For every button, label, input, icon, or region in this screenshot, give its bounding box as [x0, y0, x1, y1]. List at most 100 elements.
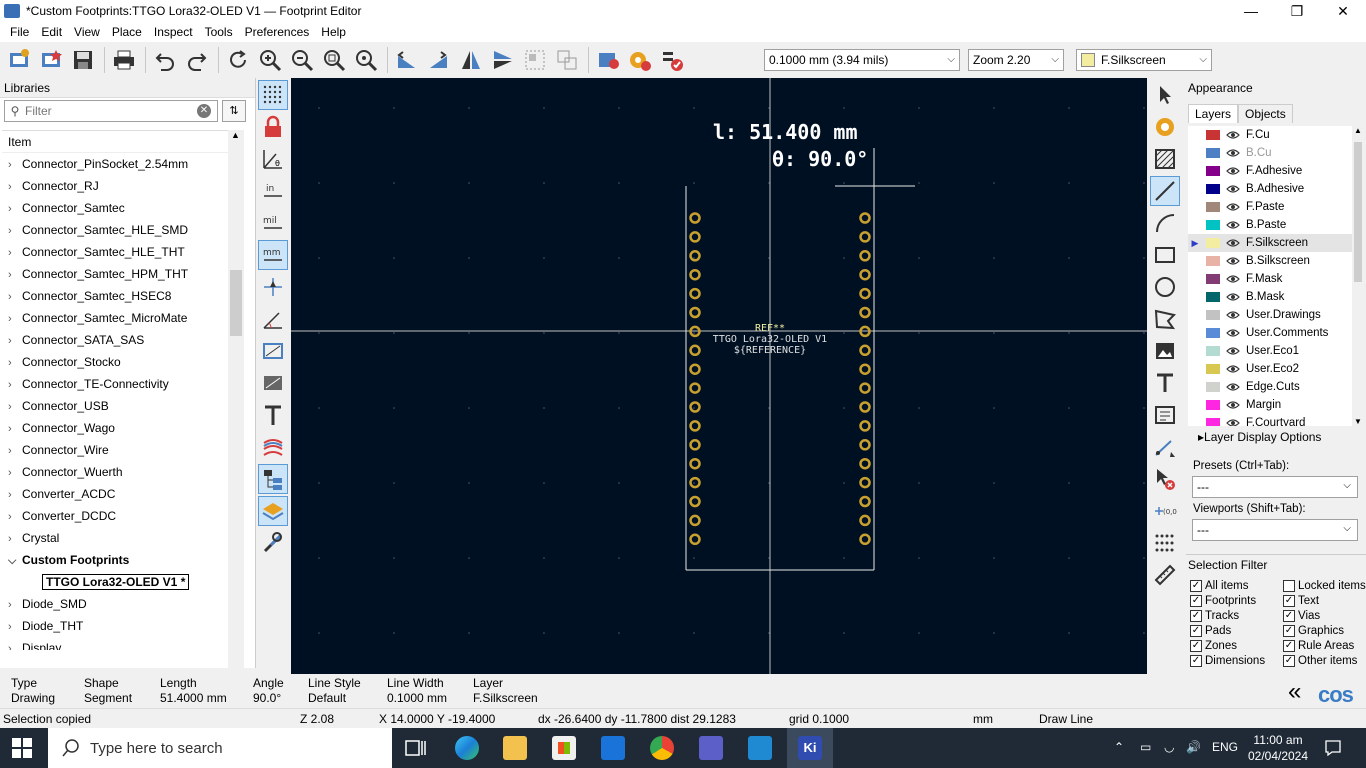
chevron-right-icon[interactable]: ›	[8, 198, 22, 220]
tab-objects[interactable]: Objects	[1238, 104, 1293, 123]
tray-chevron-up-icon[interactable]: ⌃	[1114, 740, 1124, 754]
layer-display-options-toggle[interactable]: ▸Layer Display Options	[1198, 430, 1321, 444]
zoom-objects-button[interactable]	[351, 45, 381, 75]
library-vertical-scrollbar[interactable]: ▲ ▼	[228, 130, 244, 726]
layer-color-swatch[interactable]	[1206, 400, 1220, 410]
draw-line-button[interactable]	[1150, 176, 1180, 206]
layer-color-swatch[interactable]	[1206, 202, 1220, 212]
filter-input[interactable]	[25, 104, 185, 118]
redo-button[interactable]	[182, 45, 212, 75]
scroll-up-icon[interactable]: ▲	[231, 130, 240, 140]
chevron-right-icon[interactable]: ›	[8, 308, 22, 330]
layer-row[interactable]: B.Paste	[1188, 216, 1364, 234]
selection-filter-checkbox[interactable]: ✓ All items	[1190, 580, 1248, 592]
layer-row[interactable]: F.Paste	[1188, 198, 1364, 216]
draw-rectangle-button[interactable]	[1150, 240, 1180, 270]
tree-item-library[interactable]: › Converter_DCDC	[2, 505, 228, 527]
layer-color-swatch[interactable]	[1206, 220, 1220, 230]
grid-origin-button[interactable]: (0,0)	[1150, 496, 1180, 526]
selection-filter-checkbox[interactable]: ✓ Rule Areas	[1283, 640, 1354, 652]
refresh-button[interactable]	[223, 45, 253, 75]
pad[interactable]	[689, 212, 701, 224]
selection-filter-checkbox[interactable]: ✓ Footprints	[1190, 595, 1256, 607]
add-zone-button[interactable]	[1150, 144, 1180, 174]
pad[interactable]	[859, 401, 871, 413]
layer-color-swatch[interactable]	[1206, 274, 1220, 284]
chevron-right-icon[interactable]: ›	[8, 374, 22, 396]
checkbox-checked-icon[interactable]: ✓	[1190, 640, 1202, 652]
chevron-down-icon[interactable]: ⌵	[8, 550, 22, 572]
layer-row[interactable]: F.Mask	[1188, 270, 1364, 288]
pad[interactable]	[689, 439, 701, 451]
layer-color-swatch[interactable]	[1206, 328, 1220, 338]
save-button[interactable]	[68, 45, 98, 75]
chevron-right-icon[interactable]: ›	[8, 264, 22, 286]
footprint-tools-button[interactable]	[258, 528, 288, 558]
tree-item-library[interactable]: › Connector_Samtec	[2, 197, 228, 219]
layer-row[interactable]: B.Cu	[1188, 144, 1364, 162]
selection-filter-checkbox[interactable]: ✓ Pads	[1190, 625, 1231, 637]
kicad-taskbar-button[interactable]: Ki	[787, 728, 833, 768]
tree-item-library[interactable]: › Connector_RJ	[2, 175, 228, 197]
pad[interactable]	[689, 476, 701, 489]
show-graphics-fill-button[interactable]	[258, 368, 288, 398]
checkbox-checked-icon[interactable]: ✓	[1283, 625, 1295, 637]
wifi-icon[interactable]: ◡	[1164, 740, 1174, 754]
eye-visibility-icon[interactable]	[1226, 202, 1240, 212]
pad[interactable]	[689, 306, 701, 319]
viewports-select[interactable]: --- ⌵	[1192, 519, 1358, 541]
layer-row[interactable]: ▶ F.Silkscreen	[1188, 234, 1364, 252]
taskbar-search[interactable]: Type here to search	[48, 728, 392, 768]
tree-item-library[interactable]: › Connector_USB	[2, 395, 228, 417]
chevron-right-icon[interactable]: ›	[8, 242, 22, 264]
tree-item-library[interactable]: › Connector_Samtec_HSEC8	[2, 285, 228, 307]
add-textbox-button[interactable]	[1150, 400, 1180, 430]
checkbox-checked-icon[interactable]: ✓	[1190, 610, 1202, 622]
scroll-down-icon[interactable]: ▼	[1354, 417, 1362, 426]
checkbox-checked-icon[interactable]: ✓	[1283, 595, 1295, 607]
checkbox-checked-icon[interactable]: ✓	[1283, 640, 1295, 652]
layer-row[interactable]: F.Courtyard	[1188, 414, 1364, 426]
tree-item-library[interactable]: › Connector_Wire	[2, 439, 228, 461]
chevron-right-icon[interactable]: ›	[8, 638, 22, 650]
chevron-right-icon[interactable]: ›	[8, 396, 22, 418]
rotate-cw-button[interactable]	[424, 45, 454, 75]
print-button[interactable]	[109, 45, 139, 75]
layer-color-swatch[interactable]	[1206, 418, 1220, 426]
group-button[interactable]	[520, 45, 550, 75]
layer-row[interactable]: F.Adhesive	[1188, 162, 1364, 180]
checkbox-checked-icon[interactable]: ✓	[1190, 580, 1202, 592]
pad[interactable]	[689, 231, 701, 243]
menu-edit[interactable]: Edit	[35, 25, 68, 39]
eye-visibility-icon[interactable]	[1226, 382, 1240, 392]
footprint-checker-button[interactable]	[657, 45, 687, 75]
selection-filter-checkbox[interactable]: ✓ Tracks	[1190, 610, 1239, 622]
checkbox-checked-icon[interactable]: ✓	[1283, 655, 1295, 667]
menu-preferences[interactable]: Preferences	[239, 25, 316, 39]
eye-visibility-icon[interactable]	[1226, 328, 1240, 338]
file-explorer-icon[interactable]	[503, 736, 527, 760]
zoom-in-button[interactable]	[255, 45, 285, 75]
eye-visibility-icon[interactable]	[1226, 166, 1240, 176]
close-button[interactable]: ✕	[1320, 0, 1366, 22]
filter-box[interactable]: ⚲ ✕	[4, 100, 218, 122]
layer-row[interactable]: B.Silkscreen	[1188, 252, 1364, 270]
layers-scrollbar[interactable]: ▲ ▼	[1352, 126, 1364, 426]
tree-item-library[interactable]: › Converter_ACDC	[2, 483, 228, 505]
chevron-right-icon[interactable]: ›	[8, 506, 22, 528]
reference-field-text[interactable]: ${REFERENCE}	[734, 345, 806, 356]
checkbox-checked-icon[interactable]: ✓	[1190, 655, 1202, 667]
zoom-out-button[interactable]	[287, 45, 317, 75]
selection-filter-checkbox[interactable]: ✓ Vias	[1283, 610, 1320, 622]
pad[interactable]	[859, 268, 871, 281]
rotate-ccw-button[interactable]	[392, 45, 422, 75]
array-tool-button[interactable]	[1150, 528, 1180, 558]
eye-visibility-icon[interactable]	[1226, 292, 1240, 302]
battery-icon[interactable]: ▭	[1140, 740, 1151, 754]
layer-row[interactable]: User.Eco2	[1188, 360, 1364, 378]
pad[interactable]	[859, 250, 871, 262]
tree-item-library[interactable]: › Connector_Samtec_HLE_SMD	[2, 219, 228, 241]
eye-visibility-icon[interactable]	[1226, 184, 1240, 194]
footprint-value-text[interactable]: TTGO Lora32-OLED V1	[713, 334, 827, 345]
checkbox-unchecked-icon[interactable]	[1283, 580, 1295, 592]
